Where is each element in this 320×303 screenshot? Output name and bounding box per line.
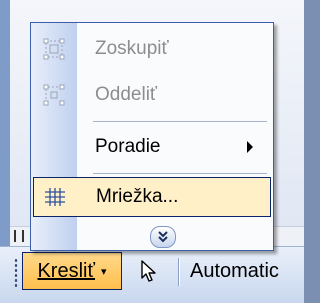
select-objects-arrow-icon bbox=[141, 260, 156, 282]
ungroup-icon bbox=[33, 84, 75, 106]
toolbar-grip-handle[interactable] bbox=[14, 258, 18, 288]
window-left-edge bbox=[0, 0, 10, 246]
menu-item-label: Zoskupiť bbox=[95, 38, 169, 59]
menu-item-ungroup[interactable]: Oddeliť bbox=[33, 75, 271, 115]
menu-item-group[interactable]: Zoskupiť bbox=[33, 29, 271, 69]
grid-icon bbox=[34, 187, 76, 207]
menu-separator bbox=[93, 121, 267, 122]
menu-item-label: Oddeliť bbox=[95, 84, 158, 105]
expand-menu-button[interactable] bbox=[150, 226, 176, 248]
draw-menu-button[interactable]: Kresliť ▾ bbox=[22, 252, 122, 290]
double-chevron-down-icon bbox=[158, 231, 168, 243]
menu-item-grid[interactable]: Mriežka... bbox=[33, 177, 271, 217]
select-objects-button[interactable] bbox=[132, 254, 166, 288]
autoshapes-label: Automatic bbox=[190, 259, 279, 282]
draw-menu-label: Kresliť bbox=[37, 259, 95, 282]
toolbar-separator bbox=[178, 258, 179, 286]
group-icon bbox=[33, 38, 75, 60]
scrollbar-view-mark bbox=[14, 230, 24, 242]
menu-separator bbox=[93, 173, 267, 174]
submenu-arrow-icon bbox=[247, 141, 253, 153]
draw-popup-menu: Zoskupiť Oddeliť Poradie Mriežka... bbox=[30, 22, 274, 251]
menu-item-label: Mriežka... bbox=[96, 186, 179, 207]
autoshapes-menu-button[interactable]: Automatic bbox=[190, 252, 279, 290]
dropdown-caret-icon: ▾ bbox=[100, 265, 107, 278]
menu-item-label: Poradie bbox=[95, 136, 161, 157]
menu-item-order[interactable]: Poradie bbox=[33, 127, 271, 167]
